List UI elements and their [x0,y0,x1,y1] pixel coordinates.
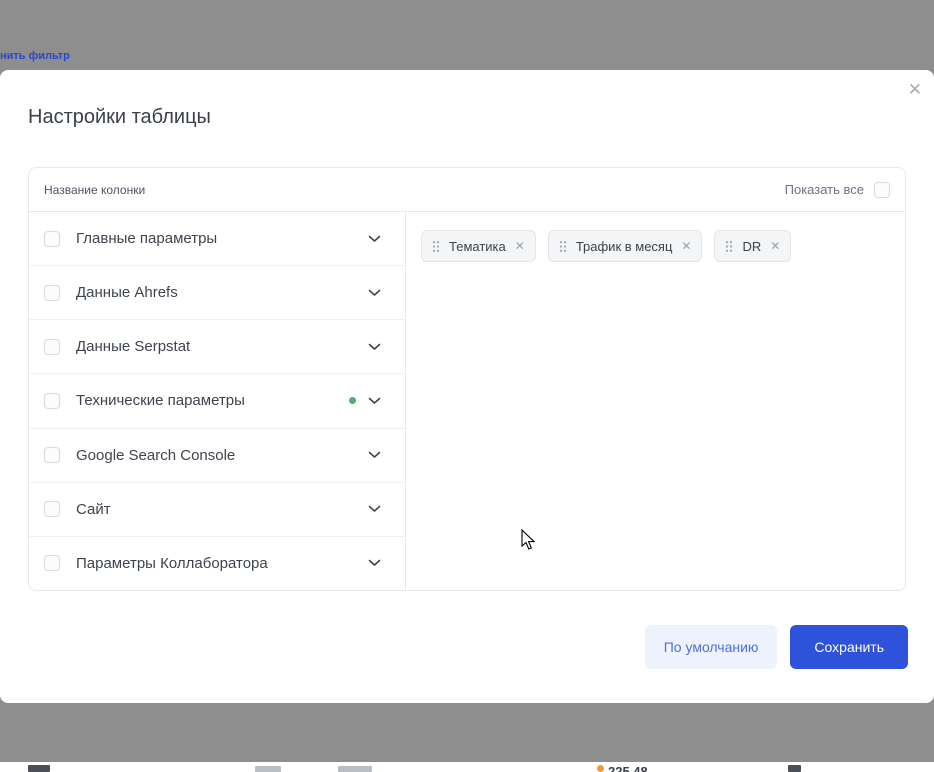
category-label: Сайт [76,501,111,518]
category-label: Данные Serpstat [76,338,190,355]
category-checkbox[interactable] [44,339,60,355]
chevron-down-icon[interactable] [368,235,381,243]
chip-remove-icon[interactable]: ✕ [770,240,780,252]
chevron-down-icon[interactable] [368,289,381,297]
save-filter-link[interactable]: нить фильтр [0,50,70,62]
chip-label: Трафик в месяц [576,239,673,254]
category-row-right [349,397,381,405]
chip-label: DR [742,239,761,254]
category-row-right [368,505,381,513]
show-all-checkbox[interactable] [874,182,890,198]
columns-panel: Название колонки Показать все Главные па… [28,167,906,591]
category-list: Главные параметры Данные Ahrefs Данные S… [29,212,406,590]
orange-status-dot [597,765,604,772]
selected-column-chip[interactable]: DR ✕ [714,230,791,262]
category-row[interactable]: Главные параметры [29,212,405,266]
chevron-down-icon[interactable] [368,559,381,567]
modal-title: Настройки таблицы [28,106,211,129]
metric-value: 225.48 [608,764,648,772]
category-row[interactable]: Данные Serpstat [29,320,405,374]
screen: нить фильтр ✕ Настройки таблицы Название… [0,0,934,772]
category-row-right [368,235,381,243]
show-all-control: Показать все [785,182,890,198]
drag-handle-icon[interactable] [559,240,567,253]
column-name-label: Название колонки [44,183,145,197]
category-row-right [368,559,381,567]
chevron-down-icon[interactable] [368,451,381,459]
selected-column-chip[interactable]: Трафик в месяц ✕ [548,230,703,262]
chevron-down-icon[interactable] [368,397,381,405]
category-row-right [368,343,381,351]
category-checkbox[interactable] [44,555,60,571]
category-label: Google Search Console [76,447,235,464]
drag-handle-icon[interactable] [432,240,440,253]
category-checkbox[interactable] [44,501,60,517]
default-button[interactable]: По умолчанию [645,625,778,669]
chevron-down-icon[interactable] [368,505,381,513]
active-indicator-dot [349,397,356,404]
category-label: Главные параметры [76,230,217,247]
category-row[interactable]: Параметры Коллаборатора [29,537,405,590]
chevron-down-icon[interactable] [368,343,381,351]
drag-handle-icon[interactable] [725,240,733,253]
chip-list: Тематика ✕ Трафик в месяц ✕ DR ✕ [421,230,890,262]
selected-column-chip[interactable]: Тематика ✕ [421,230,536,262]
category-checkbox[interactable] [44,447,60,463]
panel-header: Название колонки Показать все [29,168,905,212]
clipped-text-fragment [255,766,281,772]
category-label: Параметры Коллаборатора [76,555,268,572]
clipped-text-fragment [28,765,50,772]
save-button[interactable]: Сохранить [790,625,908,669]
category-row[interactable]: Сайт [29,483,405,537]
category-row[interactable]: Данные Ahrefs [29,266,405,320]
category-checkbox[interactable] [44,285,60,301]
category-row[interactable]: Технические параметры [29,374,405,428]
chip-remove-icon[interactable]: ✕ [681,240,691,252]
clipped-text-fragment [338,766,372,772]
category-row-right [368,451,381,459]
category-checkbox[interactable] [44,231,60,247]
category-row[interactable]: Google Search Console [29,429,405,483]
show-all-label: Показать все [785,182,864,197]
modal-footer: По умолчанию Сохранить [645,625,908,669]
chip-remove-icon[interactable]: ✕ [515,240,525,252]
category-label: Технические параметры [76,392,245,409]
category-row-right [368,289,381,297]
category-label: Данные Ahrefs [76,284,178,301]
chip-label: Тематика [449,239,506,254]
close-icon[interactable]: ✕ [908,81,922,98]
selected-columns-area: Тематика ✕ Трафик в месяц ✕ DR ✕ [406,212,905,590]
clipped-text-fragment [788,765,801,772]
category-checkbox[interactable] [44,393,60,409]
panel-body: Главные параметры Данные Ahrefs Данные S… [29,212,905,590]
background-table-row: 225.48 [0,762,934,772]
table-settings-modal: ✕ Настройки таблицы Название колонки Пок… [0,70,934,703]
